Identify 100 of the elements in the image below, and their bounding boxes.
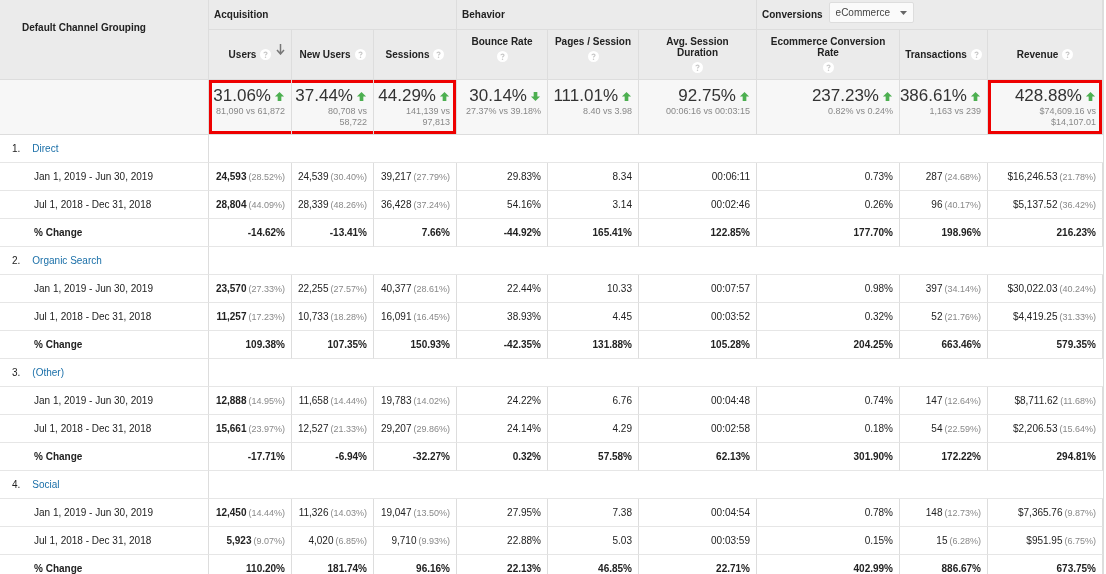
sort-arrow-icon[interactable] [276,44,285,55]
column-header[interactable]: New Users [299,49,351,60]
table-cell: 148 (12.73%) [900,499,988,527]
help-icon[interactable] [496,51,508,62]
table-cell: 402.99% [757,555,900,574]
table-cell: 24,593 (28.52%) [209,163,292,191]
table-cell: 150.93% [374,331,457,359]
table-cell: 12,450 (14.44%) [209,499,292,527]
column-header[interactable]: Pages / Session [554,36,632,47]
table-cell: 109.38% [209,331,292,359]
help-icon[interactable] [433,49,445,60]
table-cell: 147 (12.64%) [900,387,988,415]
help-icon[interactable] [587,51,599,62]
table-cell: 22.44% [457,275,548,303]
table-cell: 27.95% [457,499,548,527]
table-cell: 105.28% [639,331,757,359]
table-cell: 4.29 [548,415,639,443]
table-cell: 165.41% [548,219,639,247]
table-cell: 00:02:46 [639,191,757,219]
column-header[interactable]: Revenue [1016,49,1059,60]
column-header[interactable]: Default Channel Grouping [0,0,209,80]
table-cell: 216.23% [988,219,1103,247]
table-cell: 0.32% [757,303,900,331]
caret-icon [900,10,908,15]
table-cell: -44.92% [457,219,548,247]
table-cell: $5,137.52 (36.42%) [988,191,1103,219]
channel-link[interactable]: Social [32,479,60,490]
metric-group-dropdown[interactable]: eCommerce [828,2,915,23]
table-cell: 0.18% [757,415,900,443]
table-cell: $4,419.25 (31.33%) [988,303,1103,331]
table-cell: 0.78% [757,499,900,527]
summary-comparison: $74,609.16 vs $14,107.01 [1038,106,1096,128]
row-label: Jul 1, 2018 - Dec 31, 2018 [0,415,209,443]
table-cell: 663.46% [900,331,988,359]
table-cell: 28,339 (48.26%) [292,191,374,219]
summary-value: 428.88% [1014,86,1082,106]
help-icon[interactable] [354,49,366,60]
row-label: % Change [0,555,209,574]
summary-comparison: 81,090 vs 61,872 [215,106,285,117]
help-icon[interactable] [1062,49,1074,60]
table-cell: 36,428 (37.24%) [374,191,457,219]
table-cell: 19,783 (14.02%) [374,387,457,415]
channel-link[interactable]: (Other) [32,367,64,378]
table-cell: 177.70% [757,219,900,247]
table-cell: 96.16% [374,555,457,574]
summary-comparison: 80,708 vs 58,722 [326,106,367,128]
table-cell: 0.74% [757,387,900,415]
table-cell: 9,710 (9.93%) [374,527,457,555]
table-cell: -32.27% [374,443,457,471]
help-icon[interactable] [822,62,834,73]
table-cell: $7,365.76 (9.87%) [988,499,1103,527]
help-icon[interactable] [692,62,703,73]
channel-link[interactable]: Direct [32,143,59,154]
column-group-header: Behavior [462,9,505,20]
table-cell: 57.58% [548,443,639,471]
table-cell: 16,091 (16.45%) [374,303,457,331]
summary-value: 44.29% [378,86,436,106]
table-cell: 8.34 [548,163,639,191]
table-cell: 122.85% [639,219,757,247]
table-cell: 287 (24.68%) [900,163,988,191]
channel-link[interactable]: Organic Search [32,255,102,266]
table-cell: 00:04:54 [639,499,757,527]
table-cell: 0.98% [757,275,900,303]
table-cell: 886.67% [900,555,988,574]
column-header[interactable]: Sessions [385,49,430,60]
table-cell: 15 (6.28%) [900,527,988,555]
table-cell: 40,377 (28.61%) [374,275,457,303]
row-label: Jul 1, 2018 - Dec 31, 2018 [0,303,209,331]
table-cell: 3.14 [548,191,639,219]
table-cell: 11,658 (14.44%) [292,387,374,415]
table-cell: 0.32% [457,443,548,471]
table-cell: 00:06:11 [639,163,757,191]
column-header[interactable]: Users [228,49,257,60]
table-cell: 00:07:57 [639,275,757,303]
table-cell: 22.13% [457,555,548,574]
summary-comparison: 1,163 vs 239 [928,106,981,117]
table-cell: -13.41% [292,219,374,247]
table-cell: 11,326 (14.03%) [292,499,374,527]
summary-value: 92.75% [678,86,736,106]
table-cell: 22.88% [457,527,548,555]
table-cell: 29,207 (29.86%) [374,415,457,443]
table-cell: 28,804 (44.09%) [209,191,292,219]
help-icon[interactable] [260,49,272,60]
table-cell: -6.94% [292,443,374,471]
table-cell: 24,539 (30.40%) [292,163,374,191]
table-cell: 181.74% [292,555,374,574]
table-cell: 204.25% [757,331,900,359]
column-header[interactable]: Transactions [905,49,967,60]
table-cell: $8,711.62 (11.68%) [988,387,1103,415]
table-cell: -17.71% [209,443,292,471]
column-header[interactable]: Bounce Rate [471,36,533,47]
table-cell: 29.83% [457,163,548,191]
table-cell: 11,257 (17.23%) [209,303,292,331]
row-number: 4. [12,479,21,490]
summary-comparison: 00:06:16 vs 00:03:15 [664,106,750,117]
row-number: 2. [12,255,21,266]
table-cell: 10,733 (18.28%) [292,303,374,331]
table-cell: $951.95 (6.75%) [988,527,1103,555]
help-icon[interactable] [970,49,982,60]
table-cell: 7.38 [548,499,639,527]
